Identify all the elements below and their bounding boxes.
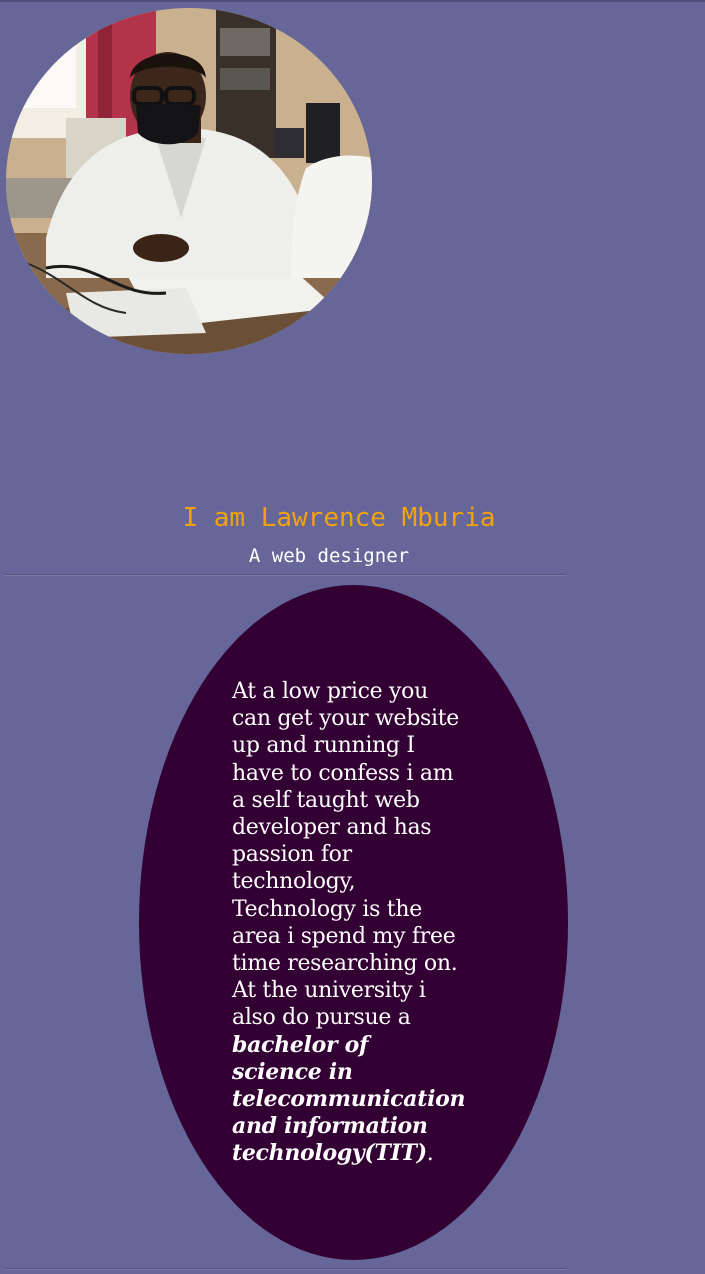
divider-bottom <box>4 1268 566 1270</box>
bio-paragraph: At a low price you can get your website … <box>232 678 466 1168</box>
tagline: A web designer <box>248 545 410 567</box>
bio-text: At a low price you can get your website … <box>232 679 460 1031</box>
divider <box>4 574 566 576</box>
name-heading: I am Lawrence Mburia <box>182 503 496 533</box>
top-border <box>0 0 705 2</box>
profile-photo <box>6 8 372 354</box>
bio-end: . <box>426 1141 434 1167</box>
